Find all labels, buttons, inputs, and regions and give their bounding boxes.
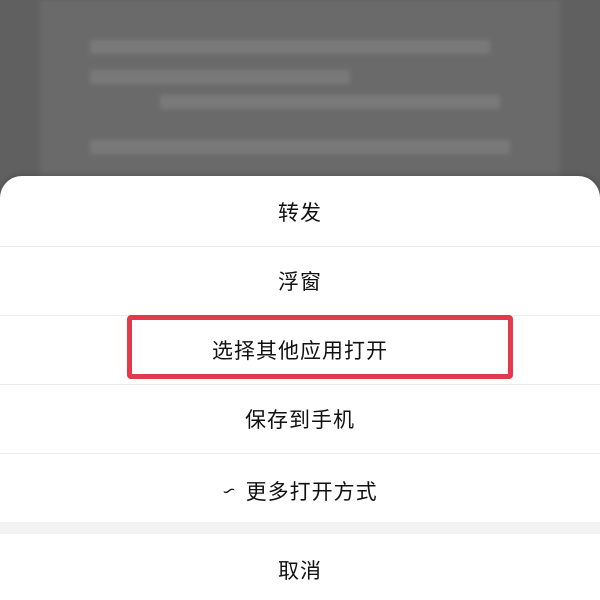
- divider: [0, 453, 600, 454]
- open-with-other-app-label: 选择其他应用打开: [212, 339, 388, 363]
- cancel-label: 取消: [278, 559, 322, 583]
- action-sheet: 转发 浮窗 选择其他应用打开 保存到手机 ∽ 更多打开方式 取消: [0, 176, 600, 600]
- screen: 转发 浮窗 选择其他应用打开 保存到手机 ∽ 更多打开方式 取消: [0, 0, 600, 600]
- save-to-phone-label: 保存到手机: [245, 408, 355, 432]
- forward-button[interactable]: 转发: [0, 178, 600, 246]
- more-open-ways-label: 更多打开方式: [245, 480, 378, 504]
- open-with-other-app-button[interactable]: 选择其他应用打开: [0, 316, 600, 384]
- floating-window-button[interactable]: 浮窗: [0, 247, 600, 315]
- floating-window-label: 浮窗: [278, 270, 322, 294]
- link-icon: ∽: [219, 478, 241, 504]
- more-open-ways-button[interactable]: ∽ 更多打开方式: [0, 457, 600, 525]
- save-to-phone-button[interactable]: 保存到手机: [0, 385, 600, 453]
- cancel-button[interactable]: 取消: [0, 536, 600, 600]
- forward-label: 转发: [278, 201, 322, 225]
- section-gap: [0, 522, 600, 534]
